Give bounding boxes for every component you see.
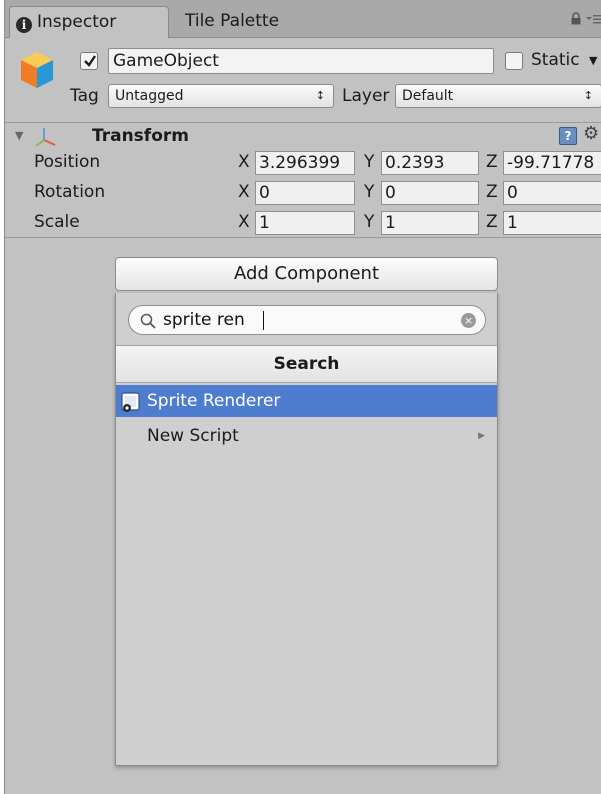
menu-icon[interactable] [586,13,601,25]
axis-z-label: Z [486,182,498,202]
tag-dropdown[interactable]: Untagged ↕ [108,84,334,108]
result-label: New Script [147,426,239,446]
transform-title: Transform [92,126,189,146]
gear-icon[interactable]: ⚙ [583,123,599,144]
axis-y-label: Y [364,182,375,202]
transform-component: ▼ Transform ? ⚙ Position X 3.296399 Y 0.… [5,122,601,238]
search-results-header: Search [116,345,497,383]
sprite-renderer-icon [121,392,140,412]
info-icon: i [16,17,32,33]
cube-icon [21,52,53,88]
axis-x-label: X [238,152,250,172]
updown-arrows-icon: ↕ [315,89,325,102]
layer-dropdown[interactable]: Default ↕ [395,84,601,108]
tab-inspector[interactable]: i Inspector [9,6,169,38]
rotation-x-field[interactable]: 0 [255,181,355,205]
static-checkbox[interactable] [505,52,523,70]
tab-inspector-label: Inspector [37,12,117,32]
tab-tile-palette-label: Tile Palette [185,11,280,31]
axis-x-label: X [238,182,250,202]
component-search-input[interactable] [163,308,443,332]
gameobject-name-field[interactable]: GameObject [108,48,494,74]
rotation-label: Rotation [34,182,106,202]
layer-dropdown-value: Default [402,88,454,104]
position-y-field[interactable]: 0.2393 [381,151,479,175]
tab-tile-palette[interactable]: Tile Palette [185,6,345,38]
text-caret [263,311,264,330]
submenu-arrow-icon: ▶ [478,431,485,441]
axis-z-label: Z [486,212,498,232]
axis-z-label: Z [486,152,498,172]
tab-tools [570,12,601,28]
tab-bar: i Inspector Tile Palette [5,0,601,38]
inspector-window: i Inspector Tile Palette GameObject Stat… [4,0,601,794]
scale-y-field[interactable]: 1 [381,211,479,235]
clear-search-icon[interactable]: × [461,313,476,328]
layer-label: Layer [342,86,390,106]
position-label: Position [34,152,101,172]
scale-z-field[interactable]: 1 [503,211,601,235]
foldout-arrow-icon[interactable]: ▼ [15,129,23,142]
checkmark-icon [84,55,96,67]
tag-label: Tag [70,86,99,106]
transform-axis-icon [35,128,56,147]
result-new-script[interactable]: New Script ▶ [116,420,497,452]
lock-icon[interactable] [570,12,582,25]
updown-arrows-icon: ↕ [583,89,593,102]
rotation-z-field[interactable]: 0 [503,181,601,205]
add-component-popup: × Search Sprite Renderer New Script ▶ [115,293,498,766]
help-icon[interactable]: ? [559,127,577,145]
gameobject-header: GameObject Static ▼ Tag Untagged ↕ Layer… [5,38,601,122]
axis-y-label: Y [364,152,375,172]
position-z-field[interactable]: -99.71778 [503,151,601,175]
static-dropdown-icon[interactable]: ▼ [589,54,597,67]
rotation-y-field[interactable]: 0 [381,181,479,205]
active-checkbox[interactable] [80,52,98,70]
static-label: Static [531,50,580,70]
scale-x-field[interactable]: 1 [255,211,355,235]
position-x-field[interactable]: 3.296399 [255,151,355,175]
axis-x-label: X [238,212,250,232]
add-component-button[interactable]: Add Component [115,257,498,291]
result-label: Sprite Renderer [147,391,281,411]
component-search-box[interactable]: × [128,305,486,335]
axis-y-label: Y [364,212,375,232]
search-icon [140,313,156,329]
tag-dropdown-value: Untagged [115,88,184,104]
scale-label: Scale [34,212,80,232]
result-sprite-renderer[interactable]: Sprite Renderer [116,385,497,417]
